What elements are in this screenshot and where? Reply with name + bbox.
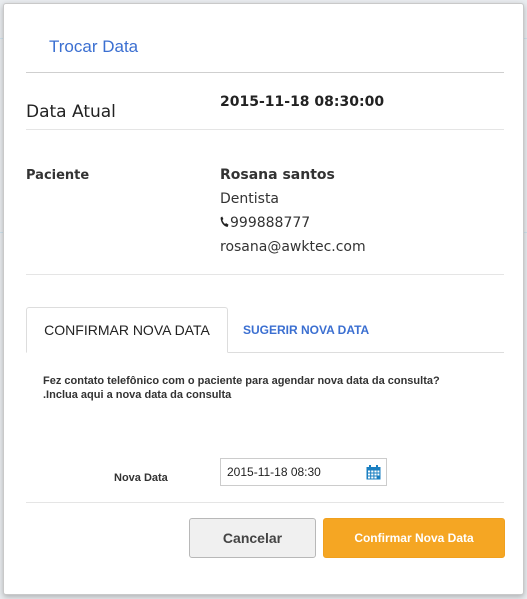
confirm-new-date-button[interactable]: Confirmar Nova Data: [323, 518, 505, 558]
tab-suggest-new-date[interactable]: SUGERIR NOVA DATA: [243, 323, 369, 337]
tab-confirm-new-date[interactable]: CONFIRMAR NOVA DATA: [26, 307, 228, 353]
footer-divider: [26, 502, 504, 503]
divider: [26, 274, 504, 275]
patient-details: Rosana santos Dentista 999888777 rosana@…: [220, 167, 366, 263]
patient-name: Rosana santos: [220, 167, 335, 183]
divider: [26, 129, 504, 130]
patient-email: rosana@awktec.com: [220, 239, 366, 255]
new-date-input[interactable]: 2015-11-18 08:30: [220, 458, 387, 486]
info-line-1: Fez contato telefônico com o paciente pa…: [43, 375, 440, 387]
new-date-value: 2015-11-18 08:30: [227, 465, 321, 479]
patient-phone-number: 999888777: [230, 215, 311, 231]
patient-specialty: Dentista: [220, 191, 280, 207]
tab-bar: CONFIRMAR NOVA DATA SUGERIR NOVA DATA: [26, 307, 504, 353]
calendar-icon[interactable]: [366, 465, 381, 480]
modal-title: Trocar Data: [49, 37, 139, 56]
new-date-label: Nova Data: [114, 472, 168, 484]
current-date-label: Data Atual: [26, 102, 116, 122]
current-date-value: 2015-11-18 08:30:00: [220, 94, 385, 110]
info-text: Fez contato telefônico com o paciente pa…: [43, 374, 440, 402]
info-line-2: .Inclua aqui a nova data da consulta: [43, 389, 232, 401]
change-date-modal: Trocar Data Data Atual 2015-11-18 08:30:…: [3, 3, 524, 595]
header-divider: [26, 72, 504, 73]
patient-label: Paciente: [26, 168, 90, 183]
phone-icon: [220, 216, 229, 227]
cancel-button[interactable]: Cancelar: [189, 518, 316, 558]
patient-phone: 999888777: [220, 215, 366, 239]
